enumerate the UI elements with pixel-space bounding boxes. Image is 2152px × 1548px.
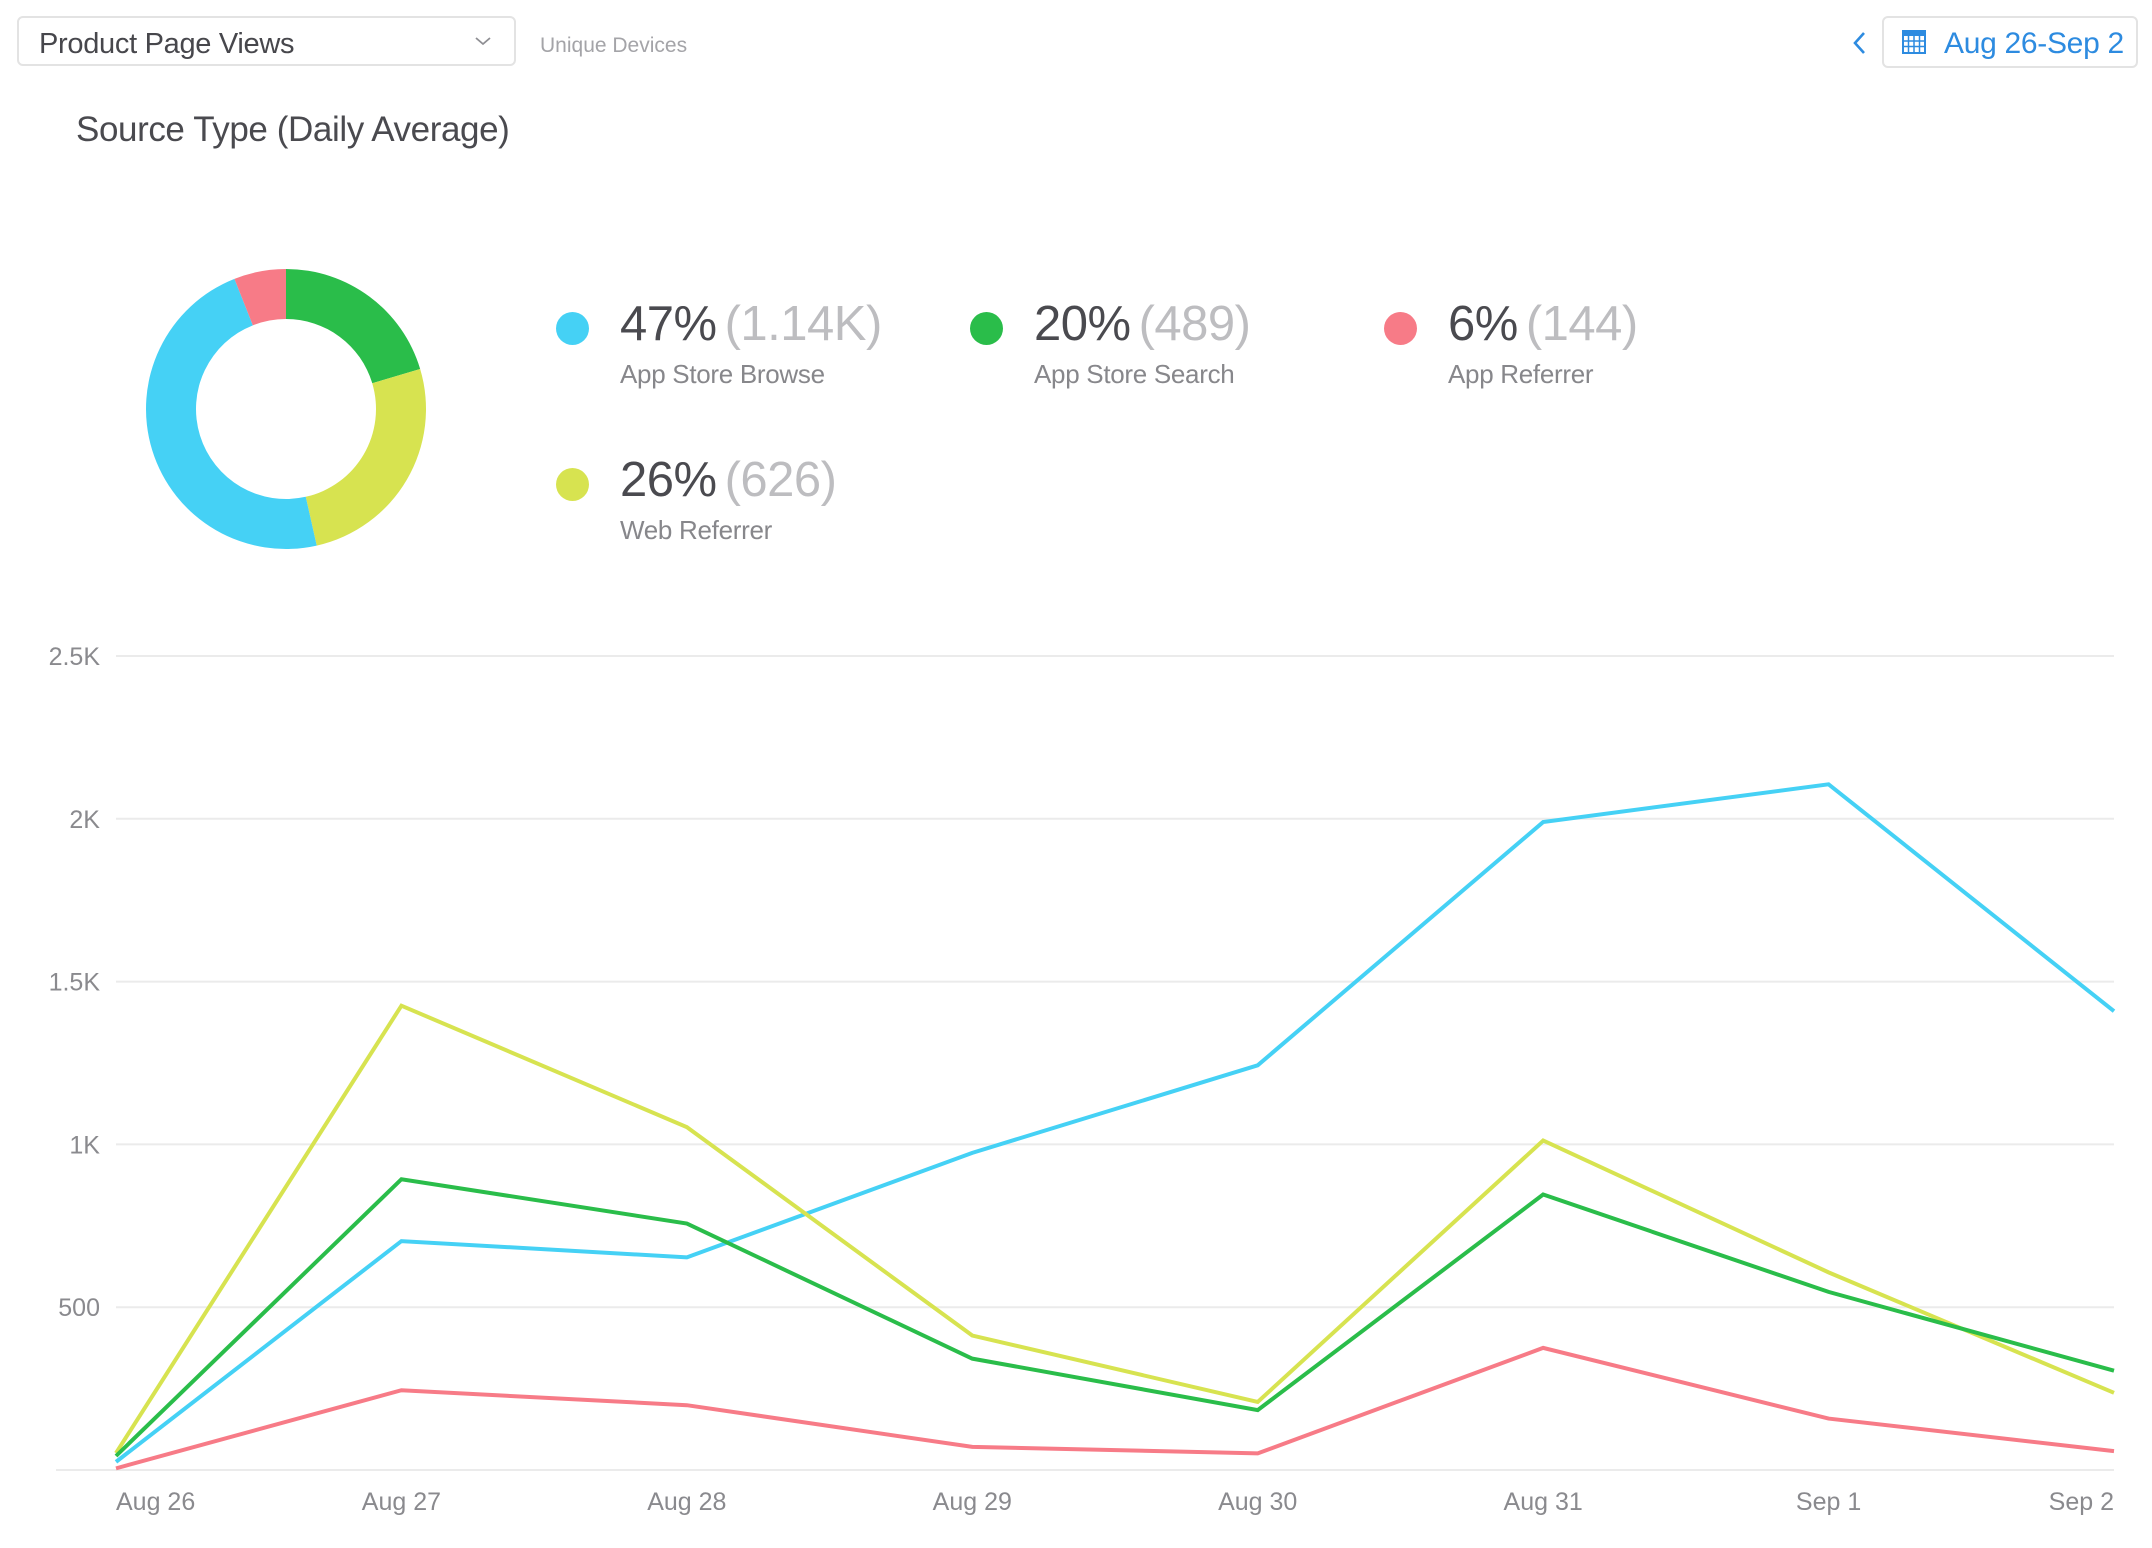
legend-label: App Referrer — [1448, 359, 1594, 389]
date-range-label: Aug 26-Sep 2 — [1944, 27, 2124, 60]
x-tick-label: Aug 31 — [1504, 1488, 1583, 1516]
line-chart: 500 1K 1.5K 2K 2.5K Aug 26 Aug 27 Aug 28 Aug 29 A… — [49, 643, 2116, 1516]
chevron-down-icon — [475, 37, 491, 46]
legend-dot — [970, 312, 1003, 345]
legend-count: (144) — [1525, 297, 1638, 351]
chevron-left-icon[interactable] — [1846, 26, 1874, 60]
y-tick-label: 1K — [69, 1131, 100, 1159]
legend-label: App Store Search — [1034, 359, 1235, 389]
calendar-icon — [1902, 30, 1926, 54]
section-title: Source Type (Daily Average) — [76, 110, 510, 149]
donut-chart — [145, 269, 427, 549]
legend-count: (1.14K) — [724, 297, 883, 351]
y-tick-label: 2K — [69, 806, 100, 834]
x-tick-label: Aug 27 — [362, 1488, 441, 1516]
metric-dropdown-value: Product Page Views — [39, 28, 295, 60]
x-tick-label: Sep 1 — [1796, 1488, 1861, 1516]
y-tick-label: 2.5K — [49, 643, 101, 671]
legend-label: Web Referrer — [620, 515, 772, 545]
legend-percent: 20% — [1034, 297, 1131, 351]
legend-dot — [556, 468, 589, 501]
y-tick-label: 500 — [58, 1294, 100, 1322]
legend-percent: 6% — [1448, 297, 1518, 351]
donut-slice-app-store-browse — [145, 278, 317, 549]
metric-dropdown[interactable]: Product Page Views — [17, 16, 516, 66]
legend-percent: 47% — [620, 297, 717, 351]
x-tick-label: Sep 2 — [2049, 1488, 2114, 1516]
series-line-app-referrer — [115, 1345, 2115, 1471]
legend-dot — [1384, 312, 1417, 345]
x-tick-label: Aug 26 — [116, 1488, 195, 1516]
legend-dot — [556, 312, 589, 345]
legend-item-app-store-browse: 47% (1.14K) App Store Browse — [556, 280, 956, 390]
legend-count: (489) — [1138, 297, 1251, 351]
legend-item-web-referrer: 26% (626) Web Referrer — [556, 436, 956, 546]
series-line-app-store-browse — [114, 782, 2116, 1464]
legend-item-app-store-search: 20% (489) App Store Search — [970, 280, 1370, 390]
y-tick-label: 1.5K — [49, 969, 101, 997]
x-tick-label: Aug 30 — [1218, 1488, 1297, 1516]
x-tick-label: Aug 29 — [933, 1488, 1012, 1516]
donut-slice-app-store-search — [286, 269, 421, 384]
donut-slice-web-referrer — [305, 368, 427, 546]
unique-devices-link[interactable]: Unique Devices — [540, 34, 687, 58]
legend-percent: 26% — [620, 453, 717, 507]
date-range-button[interactable]: Aug 26-Sep 2 — [1882, 16, 2138, 68]
x-tick-label: Aug 28 — [647, 1488, 726, 1516]
legend-count: (626) — [724, 453, 837, 507]
legend-label: App Store Browse — [620, 359, 825, 389]
legend-item-app-referrer: 6% (144) App Referrer — [1384, 280, 1784, 390]
